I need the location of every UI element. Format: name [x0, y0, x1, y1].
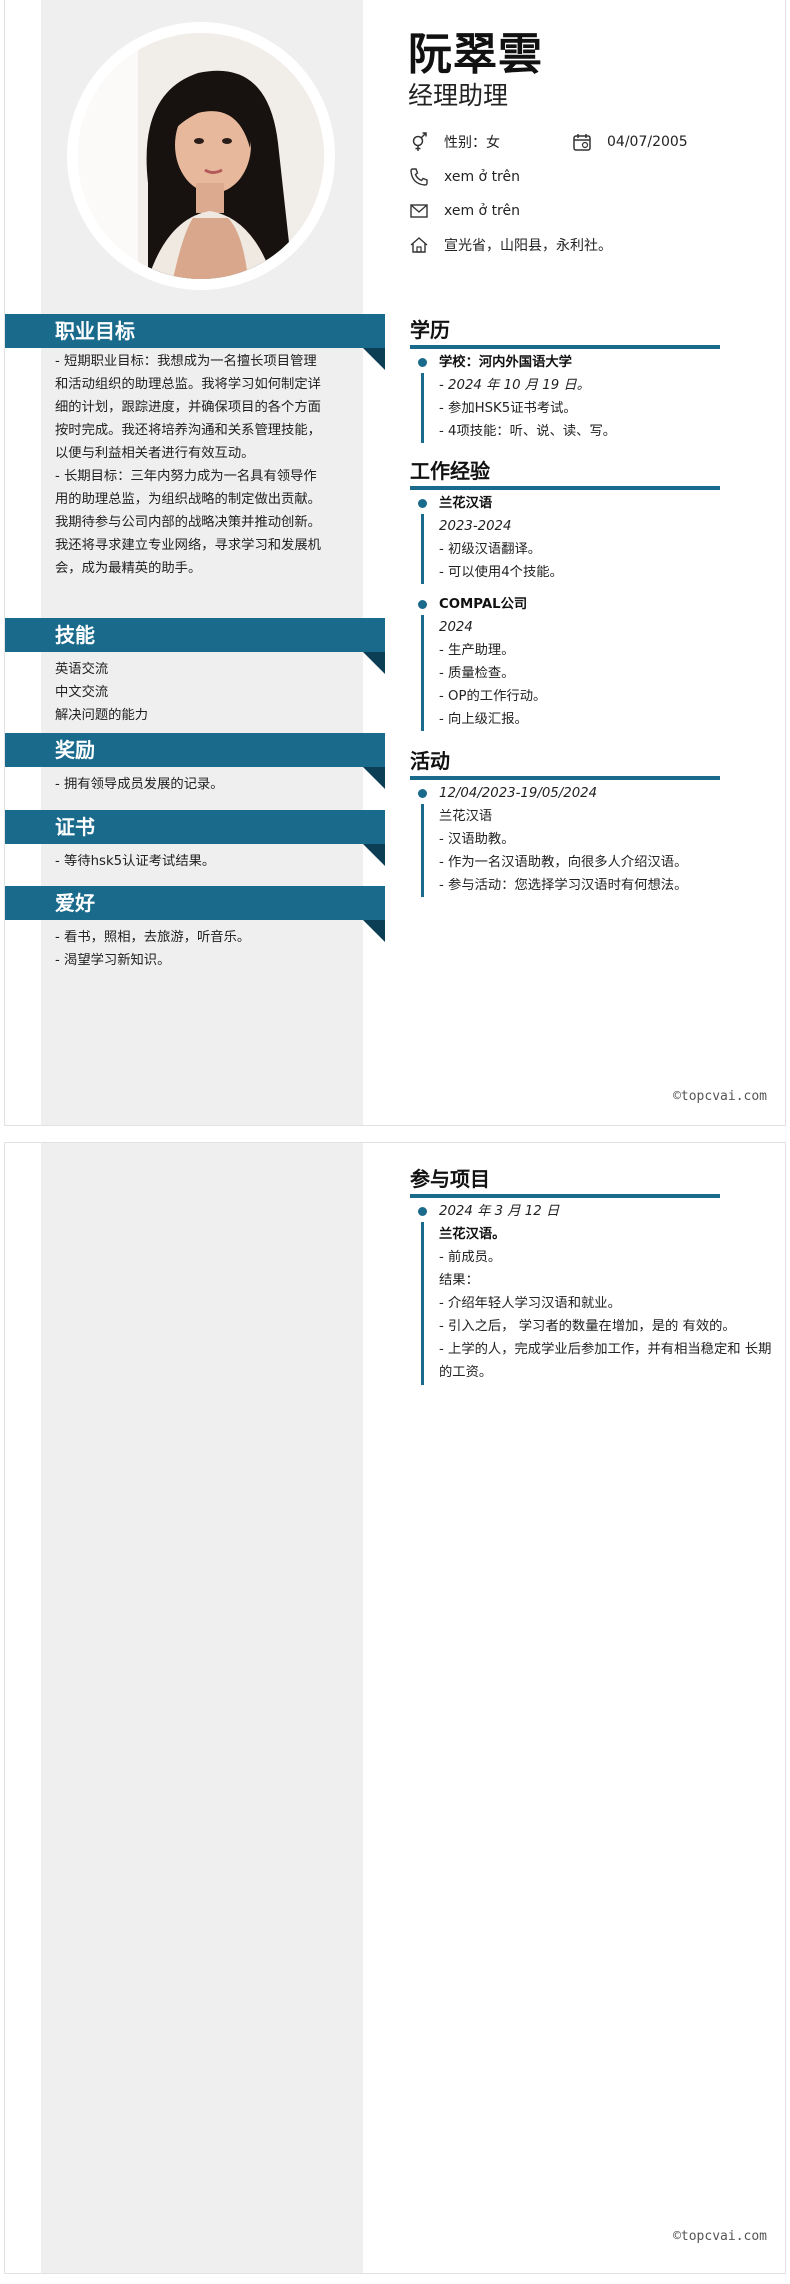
experience-date: 2024 — [439, 620, 473, 635]
job-title: 经理助理 — [408, 81, 509, 110]
calendar-icon — [571, 131, 593, 153]
project-detail: - 引入之后， 学习者的数量在增加，是的 有效的。 — [439, 1319, 736, 1334]
experience-detail: - 质量检查。 — [439, 666, 515, 681]
project-detail: - 介绍年轻人学习汉语和就业。 — [439, 1296, 621, 1311]
project-detail: 结果： — [439, 1273, 479, 1288]
birthday-text: 04/07/2005 — [607, 134, 688, 150]
gender-text: 性别：女 — [444, 135, 500, 151]
objective-heading: 职业目标 — [5, 314, 385, 348]
activities-heading: 活动 — [410, 748, 720, 780]
activity-detail: - 参与活动：您选择学习汉语时有何想法。 — [439, 878, 688, 893]
avatar — [78, 33, 324, 279]
objective-text: - 短期职业目标：我想成为一名擅长项目管理和活动组织的助理总监。我将学习如何制定… — [55, 350, 327, 580]
projects-heading: 参与项目 — [410, 1166, 720, 1198]
project-detail: - 前成员。 — [439, 1250, 502, 1265]
certificates-heading-fold — [363, 844, 385, 866]
skills-list: 英语交流 中文交流 解决问题的能力 — [55, 658, 327, 727]
activity-entry: 12/04/2023-19/05/2024 兰花汉语 - 汉语助教。 - 作为一… — [418, 782, 783, 897]
phone-text: xem ở trên — [444, 169, 520, 185]
birthday-row: 04/07/2005 — [571, 131, 688, 153]
address-row: 宣光省，山阳县，永利社。 — [408, 234, 612, 256]
watermark: ©topcvai.com — [673, 2229, 767, 2244]
project-detail: - 上学的人，完成学业后参加工作，并有相当稳定和 长期的工资。 — [439, 1342, 772, 1380]
education-date: - 2024 年 10 月 19 日。 — [439, 378, 591, 393]
certificate-item: - 等待hsk5认证考试结果。 — [55, 854, 216, 869]
awards-heading: 奖励 — [5, 733, 385, 767]
award-item: - 拥有领导成员发展的记录。 — [55, 777, 224, 792]
certificates-list: - 等待hsk5认证考试结果。 — [55, 850, 327, 873]
education-entry: 学校：河内外国语大学 - 2024 年 10 月 19 日。 - 参加HSK5证… — [418, 351, 783, 443]
activity-detail: - 作为一名汉语助教，向很多人介绍汉语。 — [439, 855, 688, 870]
certificates-heading: 证书 — [5, 810, 385, 844]
project-date: 2024 年 3 月 12 日 — [439, 1204, 560, 1219]
skills-heading: 技能 — [5, 618, 385, 652]
avatar-frame — [67, 22, 335, 290]
phone-icon — [408, 166, 430, 188]
activity-date: 12/04/2023-19/05/2024 — [439, 786, 598, 801]
resume-page-2: 参与项目 2024 年 3 月 12 日 兰花汉语。 - 前成员。 结果： - … — [4, 1142, 786, 2274]
watermark: ©topcvai.com — [673, 1089, 767, 1104]
activity-detail: 兰花汉语 — [439, 809, 493, 824]
skill-item: 英语交流 — [55, 662, 109, 677]
hobbies-list: - 看书，照相，去旅游，听音乐。 - 渴望学习新知识。 — [55, 926, 327, 972]
education-heading: 学历 — [410, 317, 720, 349]
experience-detail: - 初级汉语翻译。 — [439, 542, 542, 557]
project-name: 兰花汉语。 — [439, 1227, 506, 1242]
experience-detail: - 生产助理。 — [439, 643, 515, 658]
experience-entry: COMPAL公司 2024 - 生产助理。 - 质量检查。 - OP的工作行动。… — [418, 593, 783, 731]
hobby-item: - 看书，照相，去旅游，听音乐。 — [55, 930, 251, 945]
timeline-bar — [421, 804, 424, 897]
phone-row: xem ở trên — [408, 166, 520, 188]
awards-heading-fold — [363, 767, 385, 789]
activity-detail: - 汉语助教。 — [439, 832, 515, 847]
timeline-dot — [418, 789, 427, 798]
timeline-bar — [421, 514, 424, 584]
experience-heading: 工作经验 — [410, 458, 720, 490]
company-name: COMPAL公司 — [439, 597, 528, 612]
hobbies-heading-fold — [363, 920, 385, 942]
address-text: 宣光省，山阳县，永利社。 — [444, 238, 612, 254]
objective-heading-fold — [363, 348, 385, 370]
timeline-dot — [418, 358, 427, 367]
skills-heading-fold — [363, 652, 385, 674]
resume-page-1: 阮翠雲 经理助理 性别：女 04/07/2005 xem ở trên xem … — [4, 0, 786, 1126]
awards-list: - 拥有领导成员发展的记录。 — [55, 773, 327, 796]
objective-short-term: - 短期职业目标：我想成为一名擅长项目管理和活动组织的助理总监。我将学习如何制定… — [55, 354, 321, 461]
timeline-dot — [418, 600, 427, 609]
gender-row: 性别：女 — [408, 131, 500, 153]
education-detail: - 4项技能：听、说、读、写。 — [439, 424, 617, 439]
objective-long-term: - 长期目标：三年内努力成为一名具有领导作用的助理总监，为组织战略的制定做出贡献… — [55, 469, 321, 576]
experience-detail: - 向上级汇报。 — [439, 712, 528, 727]
experience-entry: 兰花汉语 2023-2024 - 初级汉语翻译。 - 可以使用4个技能。 — [418, 492, 783, 584]
email-text: xem ở trên — [444, 203, 520, 219]
home-icon — [408, 234, 430, 256]
gender-icon — [408, 131, 430, 153]
candidate-name: 阮翠雲 — [408, 29, 543, 80]
project-entry: 2024 年 3 月 12 日 兰花汉语。 - 前成员。 结果： - 介绍年轻人… — [418, 1200, 783, 1385]
hobbies-heading: 爱好 — [5, 886, 385, 920]
sidebar-background — [41, 1143, 363, 2273]
timeline-dot — [418, 1207, 427, 1216]
hobby-item: - 渴望学习新知识。 — [55, 953, 171, 968]
envelope-icon — [408, 200, 430, 222]
education-detail: - 参加HSK5证书考试。 — [439, 401, 577, 416]
experience-date: 2023-2024 — [439, 519, 512, 534]
skill-item: 解决问题的能力 — [55, 708, 149, 723]
timeline-dot — [418, 499, 427, 508]
timeline-bar — [421, 373, 424, 443]
company-name: 兰花汉语 — [439, 496, 493, 511]
timeline-bar — [421, 1222, 424, 1385]
skill-item: 中文交流 — [55, 685, 109, 700]
school-name: 学校：河内外国语大学 — [439, 355, 572, 370]
email-row: xem ở trên — [408, 200, 520, 222]
experience-detail: - 可以使用4个技能。 — [439, 565, 563, 580]
experience-detail: - OP的工作行动。 — [439, 689, 547, 704]
timeline-bar — [421, 615, 424, 731]
